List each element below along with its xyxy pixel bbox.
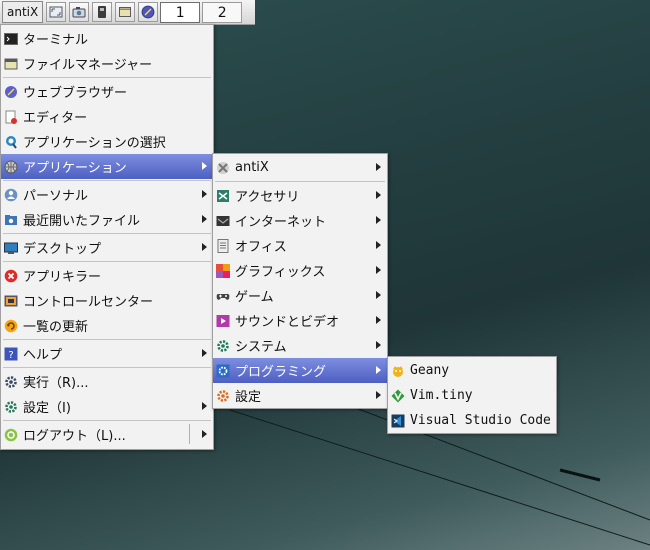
run-icon (4, 375, 18, 389)
menu-item-settings[interactable]: 設定（I) (1, 394, 213, 419)
submenu-arrow-icon (202, 243, 207, 251)
usb-icon[interactable] (92, 2, 113, 22)
menu-item-graphics[interactable]: グラフィックス (213, 258, 387, 283)
menu-item-geany[interactable]: Geany (388, 358, 556, 383)
terminal-icon (4, 32, 18, 46)
submenu-arrow-icon (376, 266, 381, 274)
submenu-arrow-icon (376, 241, 381, 249)
desktop-switch-2[interactable]: 2 (202, 1, 243, 23)
submenu-arrow-icon (376, 291, 381, 299)
menu-item-recent-files[interactable]: 最近開いたファイル (1, 207, 213, 232)
geany-icon (391, 364, 405, 378)
menu-item-web-browser[interactable]: ウェブブラウザー (1, 79, 213, 104)
programming-icon (216, 364, 230, 378)
show-desktop-icon[interactable] (46, 2, 67, 22)
submenu-arrow-icon (376, 316, 381, 324)
recent-files-icon (4, 213, 18, 227)
menu-item-editor[interactable]: エディター (1, 104, 213, 129)
menu-item-applications[interactable]: アプリケーション (1, 154, 213, 179)
submenu-arrow-icon (376, 216, 381, 224)
vscode-icon (391, 414, 405, 428)
accessories-icon (216, 189, 230, 203)
submenu-arrow-icon (202, 162, 207, 170)
menu-item-app-select[interactable]: アプリケーションの選択 (1, 129, 213, 154)
programming-submenu: Geany Vim.tiny Visual Studio Code (387, 356, 557, 434)
submenu-arrow-icon (376, 163, 381, 171)
svg-text:?: ? (8, 350, 13, 361)
games-icon (216, 289, 230, 303)
menu-item-vim[interactable]: Vim.tiny (388, 383, 556, 408)
menu-item-run[interactable]: 実行（R)... (1, 369, 213, 394)
menu-item-internet[interactable]: インターネット (213, 208, 387, 233)
menu-item-office[interactable]: オフィス (213, 233, 387, 258)
menu-item-control-centre[interactable]: コントロールセンター (1, 288, 213, 313)
menu-separator (3, 367, 211, 368)
start-menu-button[interactable]: antiX (2, 1, 44, 23)
logout-icon (4, 428, 18, 442)
desktop-switch-1[interactable]: 1 (160, 1, 201, 23)
menu-item-logout[interactable]: ログアウト（L)... (1, 422, 213, 447)
browser-icon[interactable] (138, 2, 159, 22)
menu-item-sound-video[interactable]: サウンドとビデオ (213, 308, 387, 333)
sound-video-icon (216, 314, 230, 328)
office-icon (216, 238, 230, 253)
system-icon (216, 339, 230, 353)
graphics-icon (216, 263, 230, 278)
submenu-arrow-icon (376, 366, 381, 374)
settings-icon (216, 389, 230, 403)
submenu-arrow-icon (202, 349, 207, 357)
submenu-arrow-icon (376, 191, 381, 199)
applications-icon (4, 160, 18, 174)
menu-item-personal[interactable]: パーソナル (1, 182, 213, 207)
app-killer-icon (4, 269, 18, 283)
desktop-icon (4, 241, 18, 255)
file-manager-icon (4, 57, 18, 71)
screenshot-icon[interactable] (69, 2, 90, 22)
file-manager-icon[interactable] (115, 2, 136, 22)
menu-item-help[interactable]: ? ヘルプ (1, 341, 213, 366)
personal-icon (4, 188, 18, 202)
taskbar: antiX 1 2 (0, 0, 255, 25)
settings-icon (4, 400, 18, 414)
submenu-arrow-icon (202, 215, 207, 223)
main-menu: ターミナル ファイルマネージャー ウェブブラウザー エディター アプリケーション… (0, 24, 214, 450)
app-select-icon (4, 135, 18, 149)
menu-item-app-killer[interactable]: アプリキラー (1, 263, 213, 288)
menu-item-antix[interactable]: antiX (213, 155, 387, 180)
control-centre-icon (4, 294, 18, 308)
menu-item-preferences[interactable]: 設定 (213, 383, 387, 408)
submenu-arrow-icon (202, 430, 207, 438)
antix-icon (216, 161, 230, 175)
menu-split-divider (189, 424, 190, 444)
menu-item-terminal[interactable]: ターミナル (1, 26, 213, 51)
internet-icon (216, 214, 230, 228)
applications-submenu: antiX アクセサリ インターネット オフィス グラフィックス ゲーム サウン… (212, 153, 388, 409)
menu-item-programming[interactable]: プログラミング (213, 358, 387, 383)
menu-separator (3, 180, 211, 181)
menu-item-system[interactable]: システム (213, 333, 387, 358)
submenu-arrow-icon (376, 391, 381, 399)
menu-separator (3, 261, 211, 262)
refresh-icon (4, 319, 18, 333)
menu-separator (3, 420, 211, 421)
menu-separator (215, 181, 385, 182)
menu-item-games[interactable]: ゲーム (213, 283, 387, 308)
submenu-arrow-icon (376, 341, 381, 349)
menu-item-desktop[interactable]: デスクトップ (1, 235, 213, 260)
menu-separator (3, 233, 211, 234)
menu-separator (3, 339, 211, 340)
menu-item-refresh[interactable]: 一覧の更新 (1, 313, 213, 338)
menu-item-file-manager[interactable]: ファイルマネージャー (1, 51, 213, 76)
menu-item-vscode[interactable]: Visual Studio Code (388, 408, 556, 433)
menu-separator (3, 77, 211, 78)
menu-item-accessories[interactable]: アクセサリ (213, 183, 387, 208)
vim-icon (391, 389, 405, 403)
help-icon: ? (4, 347, 18, 361)
submenu-arrow-icon (202, 190, 207, 198)
browser-icon (4, 85, 18, 99)
submenu-arrow-icon (202, 402, 207, 410)
editor-icon (4, 110, 18, 124)
